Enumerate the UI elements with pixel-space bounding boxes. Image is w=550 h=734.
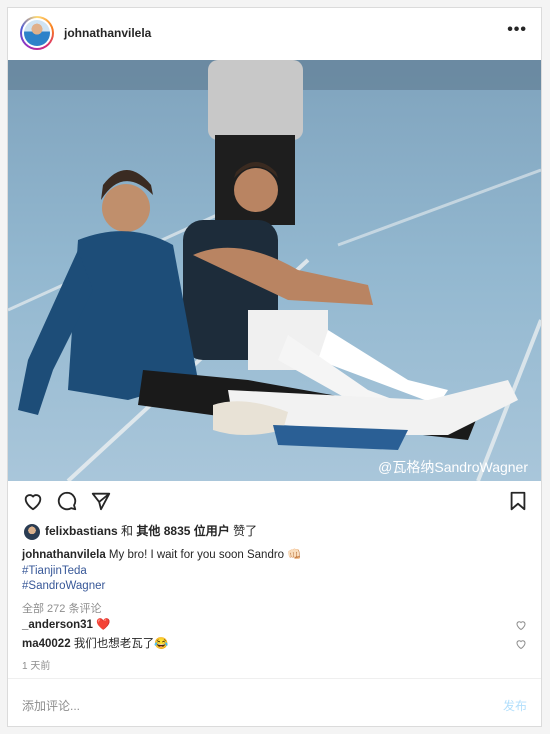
likes-count[interactable]: 其他 8835 位用户 xyxy=(136,524,229,538)
post-comment-button[interactable]: 发布 xyxy=(503,697,527,714)
likes-summary: felixbastians 和 其他 8835 位用户 赞了 xyxy=(24,522,257,540)
hashtag-link[interactable]: #SandroWagner xyxy=(22,579,522,595)
comment-row: _anderson31 ❤️ xyxy=(22,617,527,633)
comment-text: 我们也想老瓦了😂 xyxy=(73,638,169,650)
post-username[interactable]: johnathanvilela xyxy=(64,26,151,40)
photo-watermark: @瓦格纳SandroWagner xyxy=(378,459,528,475)
likes-suffix: 赞了 xyxy=(233,524,258,538)
liker-avatar[interactable] xyxy=(24,523,40,540)
post-photo[interactable]: @瓦格纳SandroWagner xyxy=(8,60,541,481)
hashtag-link[interactable]: #TianjinTeda xyxy=(22,564,522,580)
comment-text: ❤️ xyxy=(96,619,111,631)
comment-row: ma40022 我们也想老瓦了😂 xyxy=(22,636,527,652)
post-caption: johnathanvilela My bro! I wait for you s… xyxy=(22,548,522,595)
action-bar xyxy=(8,490,541,518)
likes-connector: 和 xyxy=(121,524,134,538)
comment-icon[interactable] xyxy=(56,490,78,517)
comment-username[interactable]: ma40022 xyxy=(22,638,71,650)
comment-username[interactable]: _anderson31 xyxy=(22,619,93,631)
more-options-icon[interactable]: ••• xyxy=(507,21,527,39)
caption-text: My bro! I wait for you soon Sandro 👊🏻 xyxy=(108,549,302,561)
post-timestamp: 1 天前 xyxy=(22,661,51,672)
divider xyxy=(8,678,541,679)
avatar[interactable] xyxy=(20,16,54,50)
share-icon[interactable] xyxy=(90,490,112,517)
bookmark-icon[interactable] xyxy=(507,490,529,517)
comment-heart-icon[interactable] xyxy=(515,619,527,636)
comment-heart-icon[interactable] xyxy=(515,638,527,655)
caption-author[interactable]: johnathanvilela xyxy=(22,549,106,561)
post-card: johnathanvilela ••• @瓦格纳SandroWagner fel… xyxy=(7,7,542,727)
post-header: johnathanvilela ••• xyxy=(8,8,541,60)
view-all-comments[interactable]: 全部 272 条评论 xyxy=(22,600,101,616)
add-comment-input[interactable]: 添加评论... xyxy=(22,697,80,714)
heart-icon[interactable] xyxy=(22,490,44,517)
liker-username[interactable]: felixbastians xyxy=(45,524,118,538)
